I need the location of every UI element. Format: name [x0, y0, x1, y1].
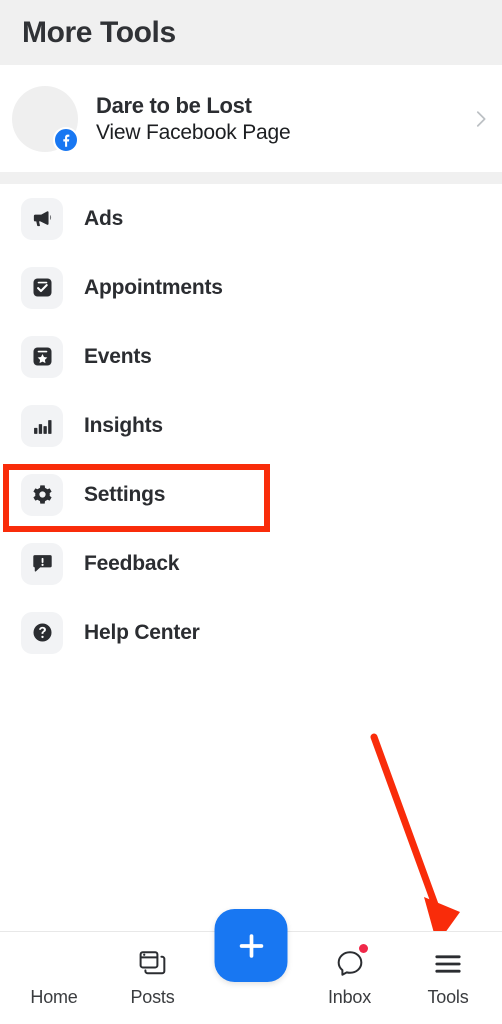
section-divider	[0, 172, 502, 184]
menu-item-events[interactable]: Events	[0, 322, 502, 391]
chevron-right-icon[interactable]	[470, 108, 492, 130]
menu-item-ads[interactable]: Ads	[0, 184, 502, 253]
speech-bubble-exclamation-icon	[21, 542, 63, 585]
menu-item-settings[interactable]: Settings	[0, 460, 502, 529]
bar-chart-icon	[21, 404, 63, 447]
question-circle-icon	[21, 611, 63, 654]
avatar	[12, 85, 79, 153]
menu-item-insights[interactable]: Insights	[0, 391, 502, 460]
nav-center-slot	[205, 909, 297, 1024]
nav-item-tools[interactable]: Tools	[402, 932, 494, 1024]
app-header: More Tools	[0, 0, 502, 65]
menu-item-label: Insights	[84, 413, 163, 437]
bottom-navigation: Home Posts Inbox Tools	[0, 909, 502, 1024]
page-root: More Tools Dare to be Lost View Facebook…	[0, 0, 502, 1024]
menu-item-label: Ads	[84, 206, 124, 230]
gear-icon	[21, 473, 63, 516]
nav-item-inbox[interactable]: Inbox	[304, 932, 396, 1024]
page-subtitle: View Facebook Page	[96, 120, 291, 144]
facebook-badge-icon	[53, 126, 79, 153]
calendar-star-icon	[21, 335, 63, 378]
calendar-check-icon	[21, 266, 63, 309]
nav-item-label: Home	[30, 987, 78, 1007]
menu-item-label: Feedback	[84, 551, 180, 575]
menu-item-label: Appointments	[84, 275, 223, 299]
nav-item-posts[interactable]: Posts	[107, 932, 199, 1024]
nav-item-label: Posts	[130, 987, 175, 1007]
nav-item-label: Inbox	[327, 987, 372, 1007]
menu-item-label: Settings	[84, 482, 166, 506]
nav-item-home[interactable]: Home	[8, 932, 100, 1024]
plus-icon	[239, 933, 263, 958]
menu-item-help-center[interactable]: Help Center	[0, 598, 502, 667]
page-name: Dare to be Lost	[96, 92, 252, 118]
menu-item-label: Events	[84, 344, 152, 368]
nav-item-label: Tools	[427, 987, 469, 1007]
compose-button[interactable]	[214, 909, 288, 982]
menu-item-label: Help Center	[84, 620, 200, 644]
page-info: Dare to be Lost View Facebook Page	[96, 92, 291, 145]
messenger-icon	[334, 944, 368, 984]
posts-icon	[137, 944, 169, 984]
hamburger-icon	[432, 944, 464, 984]
menu-item-appointments[interactable]: Appointments	[0, 253, 502, 322]
menu-item-feedback[interactable]: Feedback	[0, 529, 502, 598]
page-title: More Tools	[22, 15, 176, 49]
tools-menu: Ads Appointments Events Insights Setting…	[0, 184, 502, 667]
facebook-page-row[interactable]: Dare to be Lost View Facebook Page	[0, 65, 502, 172]
megaphone-icon	[21, 197, 63, 240]
notification-badge-dot	[358, 944, 368, 953]
